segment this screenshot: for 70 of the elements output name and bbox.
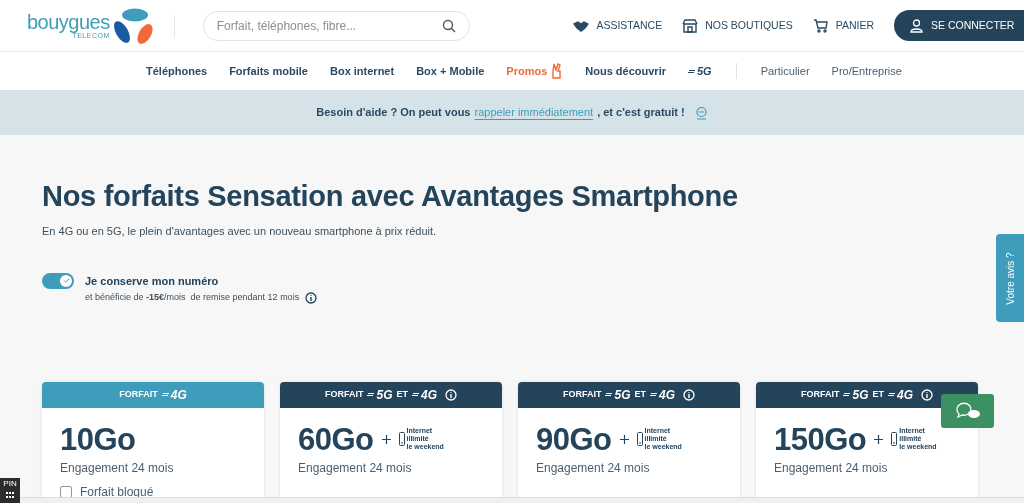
- chat-button[interactable]: [941, 394, 994, 428]
- chat-icon: [954, 402, 981, 420]
- plus-icon: [874, 434, 884, 444]
- header-label: FORFAIT: [324, 387, 364, 401]
- data-amount: 10Go: [60, 423, 136, 455]
- grid-icon: [5, 491, 15, 500]
- nav-link[interactable]: Nous découvrir: [585, 62, 666, 80]
- search-field[interactable]: Forfait, téléphones, fibre...: [216, 16, 437, 35]
- page-title: Nos forfaits Sensation avec Avantages Smartphone: [42, 179, 739, 214]
- network-label: 5G: [605, 385, 631, 404]
- plus-icon: [619, 434, 629, 444]
- nav-link[interactable]: Pro/Entreprise: [831, 62, 902, 80]
- phone-icon: [891, 432, 898, 446]
- shop-icon: [682, 17, 699, 34]
- help-text: , et c'est gratuit !: [597, 105, 685, 121]
- network-label: 4G: [161, 385, 187, 404]
- user-icon: [910, 18, 923, 33]
- header-label: FORFAIT: [119, 387, 158, 401]
- login-button[interactable]: SE CONNECTER: [894, 10, 1024, 41]
- page-subtitle: En 4G ou en 5G, le plein d'avantages avec un nouveau smartphone à prix réduit.: [42, 224, 438, 239]
- commitment-text: Engagement 24 mois: [536, 459, 651, 477]
- cart-icon: [812, 17, 829, 34]
- header-label: FORFAIT: [562, 387, 602, 401]
- network-label: 4G: [412, 385, 437, 404]
- network-label: 5G: [843, 385, 869, 404]
- phone-icon: [398, 432, 405, 446]
- header-link[interactable]: ASSISTANCE: [573, 17, 663, 34]
- header-label: ET: [634, 387, 646, 401]
- network-label: 4G: [650, 385, 675, 404]
- network-label: 5G: [367, 385, 393, 404]
- nav-link[interactable]: Particulier: [760, 62, 810, 80]
- speed-lines-icon: [161, 391, 170, 398]
- header-label: FORFAIT: [800, 387, 840, 401]
- speed-lines-icon: [843, 391, 852, 398]
- nav-link[interactable]: 5G: [687, 62, 712, 80]
- header-link[interactable]: PANIER: [812, 17, 874, 34]
- data-amount: 150Go: [774, 423, 867, 455]
- help-text: Besoin d'aide ? On peut vous: [316, 105, 471, 121]
- nav-link[interactable]: Box + Mobile: [416, 62, 485, 80]
- nav-link[interactable]: Téléphones: [146, 62, 208, 80]
- nav-link[interactable]: Box internet: [329, 62, 395, 80]
- info-icon[interactable]: [305, 291, 318, 304]
- toggle-switch[interactable]: [42, 272, 74, 289]
- commitment-text: Engagement 24 mois: [774, 459, 889, 477]
- check-icon: [62, 277, 70, 284]
- pin-badge[interactable]: PIN: [0, 478, 20, 503]
- speed-lines-icon: [888, 391, 896, 398]
- data-amount: 90Go: [536, 423, 612, 455]
- phone-icon: [636, 432, 643, 446]
- commitment-text: Engagement 24 mois: [60, 459, 175, 477]
- search-icon[interactable]: [441, 18, 456, 33]
- nav-link[interactable]: Forfaits mobile: [229, 62, 308, 80]
- checkbox[interactable]: [60, 485, 72, 498]
- network-label: 4G: [888, 385, 913, 404]
- data-amount: 60Go: [298, 423, 374, 455]
- commitment-text: Engagement 24 mois: [298, 459, 413, 477]
- speed-lines-icon: [605, 391, 614, 398]
- logo-wordmark: bouygues: [27, 12, 110, 32]
- peace-hand-icon: [551, 63, 564, 79]
- discount-text: et bénéficie de -15€/mois de remise pendant 12 mois: [85, 291, 300, 304]
- header-label: ET: [396, 387, 408, 401]
- speed-lines-icon: [687, 67, 696, 75]
- speed-lines-icon: [650, 391, 658, 398]
- speed-lines-icon: [412, 391, 420, 398]
- header-label: ET: [872, 387, 884, 401]
- header-link[interactable]: NOS BOUTIQUES: [682, 17, 793, 34]
- checkbox-label: Forfait bloqué: [80, 483, 154, 501]
- speed-lines-icon: [367, 391, 376, 398]
- plus-icon: [381, 434, 391, 444]
- toggle-label: Je conserve mon numéro: [85, 273, 220, 289]
